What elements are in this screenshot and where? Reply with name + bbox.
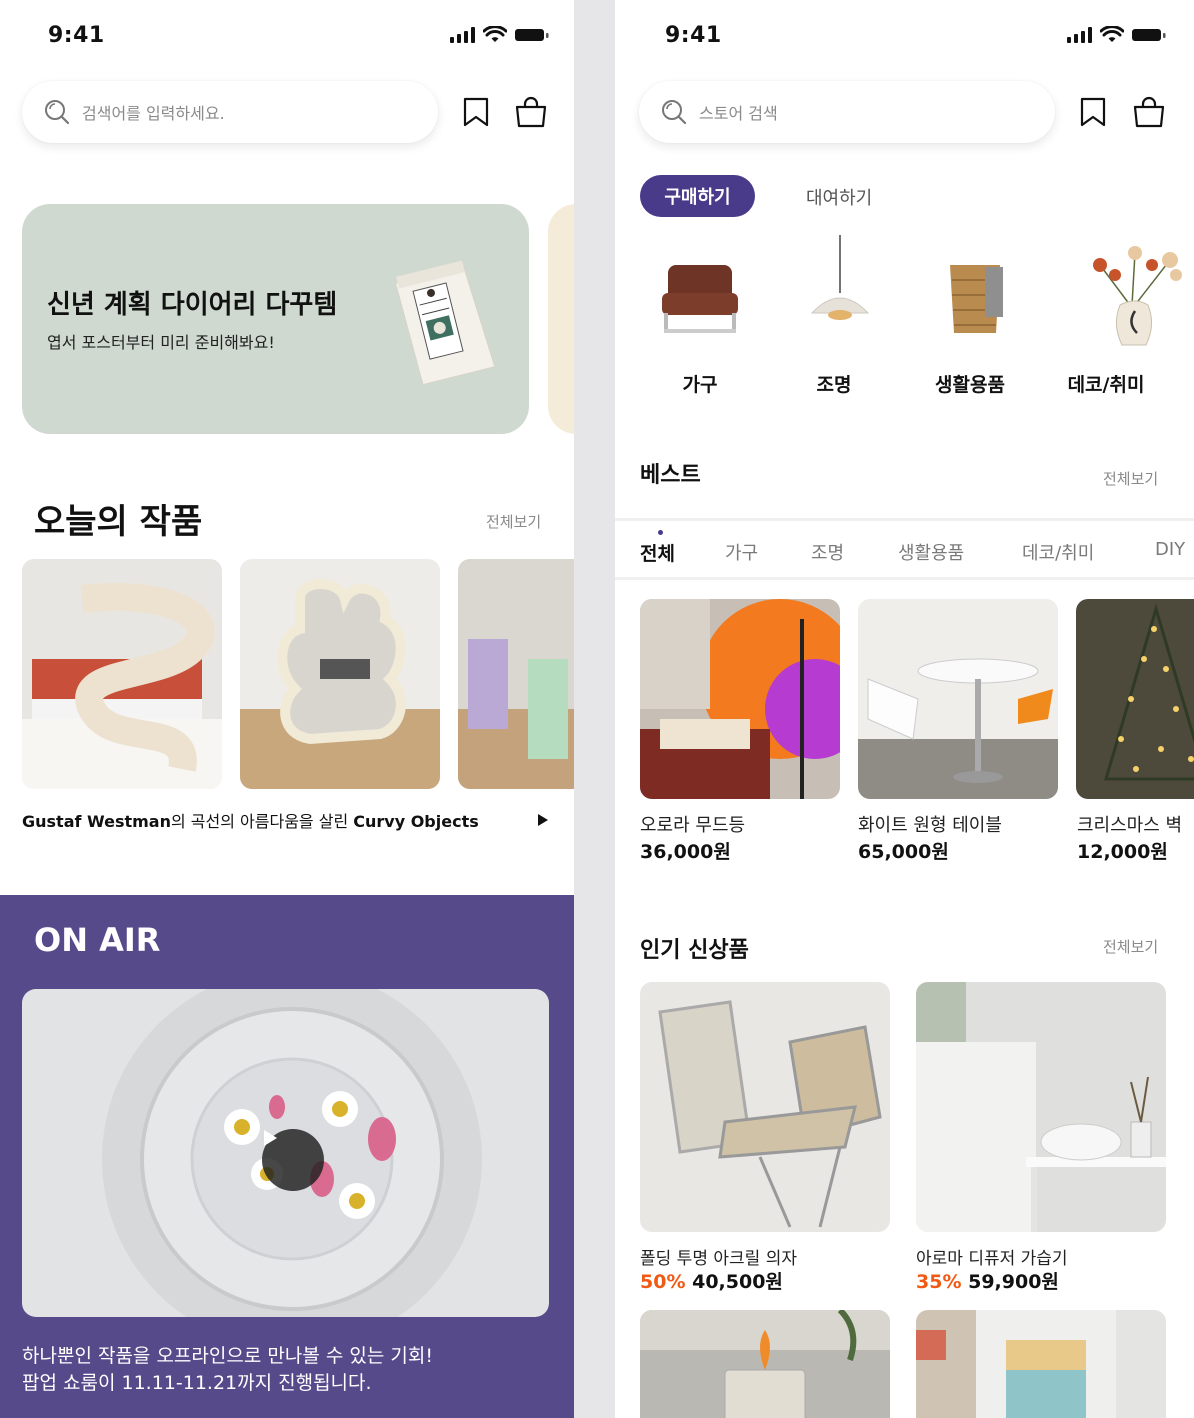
product-name[interactable]: 폴딩 투명 아크릴 의자 xyxy=(640,1244,797,1269)
candle-product-image[interactable] xyxy=(640,1310,890,1418)
search-icon xyxy=(45,100,70,125)
caption-text: 의 곡선의 아름다움을 살린 xyxy=(170,812,354,831)
product-price-row: 50% 40,500원 xyxy=(640,1267,783,1294)
store-screen: 9:41 스토어 검색 구매하기 대여하기 가구 조명 생활용품 데코/취미 베… xyxy=(615,0,1194,1418)
product-name[interactable]: 크리스마스 벽 xyxy=(1077,811,1182,837)
search-bar[interactable]: 검색어를 입력하세요. xyxy=(22,81,438,143)
wifi-icon xyxy=(1100,26,1124,42)
christmas-wall-image[interactable] xyxy=(1076,599,1194,799)
battery-icon xyxy=(515,28,549,41)
filter-all[interactable]: 전체 xyxy=(640,539,675,566)
section-title-todays-works: 오늘의 작품 xyxy=(34,502,203,542)
banner-subtitle: 엽서 포스터부터 미리 준비해봐요! xyxy=(47,333,275,352)
promo-banner[interactable]: 신년 계획 다이어리 다꾸템 엽서 포스터부터 미리 준비해봐요! xyxy=(22,204,529,434)
banner-title: 신년 계획 다이어리 다꾸템 xyxy=(47,290,338,320)
divider xyxy=(615,577,1194,580)
section-title-best: 베스트 xyxy=(640,463,701,488)
active-filter-dot xyxy=(658,530,663,535)
search-placeholder: 스토어 검색 xyxy=(699,104,778,123)
product-price: 36,000원 xyxy=(640,841,731,863)
filter-living[interactable]: 생활용품 xyxy=(898,539,964,565)
home-screen: 9:41 검색어를 입력하세요. 신년 계획 다이어리 다꾸템 엽서 포스터부터… xyxy=(0,0,574,1418)
on-air-desc-line2: 팝업 쇼룸이 11.11-11.21까지 진행됩니다. xyxy=(22,1372,372,1394)
armchair-image[interactable] xyxy=(660,255,740,340)
wavy-stool-image[interactable] xyxy=(458,559,574,789)
discount-rate: 50% xyxy=(640,1271,686,1293)
product-name[interactable]: 오로라 무드등 xyxy=(640,811,745,837)
todays-works-caption[interactable]: Gustaf Westman의 곡선의 아름다움을 살린 Curvy Objec… xyxy=(22,808,479,832)
caption-brand: Gustaf Westman xyxy=(22,812,171,831)
search-placeholder: 검색어를 입력하세요. xyxy=(82,104,225,123)
new-arrivals-see-all-link[interactable]: 전체보기 xyxy=(1103,936,1158,957)
store-search-bar[interactable]: 스토어 검색 xyxy=(639,81,1055,143)
product-name[interactable]: 화이트 원형 테이블 xyxy=(858,811,1002,837)
next-banner-peek[interactable] xyxy=(548,204,574,434)
discount-rate: 35% xyxy=(916,1271,962,1293)
todays-works-see-all-link[interactable]: 전체보기 xyxy=(486,511,541,532)
status-icons xyxy=(450,26,550,43)
signal-icon xyxy=(450,26,475,43)
product-price-row: 35% 59,900원 xyxy=(916,1267,1059,1294)
play-arrow-icon[interactable] xyxy=(537,813,549,827)
on-air-desc-line1: 하나뿐인 작품을 오프라인으로 만나볼 수 있는 기회! xyxy=(22,1345,433,1367)
flower-vase-image[interactable] xyxy=(1080,245,1190,350)
product-price: 40,500원 xyxy=(692,1271,783,1293)
video-play-button[interactable] xyxy=(262,1129,324,1191)
product-price: 65,000원 xyxy=(858,841,949,863)
category-label-lighting[interactable]: 조명 xyxy=(774,370,894,397)
search-icon xyxy=(662,100,687,125)
pendant-lamp-image[interactable] xyxy=(800,235,880,330)
product-name[interactable]: 아로마 디퓨저 가습기 xyxy=(916,1244,1068,1269)
product-price: 12,000원 xyxy=(1077,841,1168,863)
category-label-deco[interactable]: 데코/취미 xyxy=(1046,370,1166,397)
divider xyxy=(615,518,1194,521)
on-air-title: ON AIR xyxy=(34,921,161,959)
status-time: 9:41 xyxy=(48,23,105,48)
best-see-all-link[interactable]: 전체보기 xyxy=(1103,468,1158,489)
bookmark-icon[interactable] xyxy=(1079,96,1107,128)
shopping-bag-icon[interactable] xyxy=(1132,96,1166,128)
category-label-living[interactable]: 생활용품 xyxy=(910,370,1030,397)
category-label-furniture[interactable]: 가구 xyxy=(640,370,760,397)
bookmark-icon[interactable] xyxy=(462,96,490,128)
basket-image[interactable] xyxy=(940,255,1020,340)
category-row: 가구 조명 생활용품 데코/취미 xyxy=(640,235,1194,405)
product-price: 59,900원 xyxy=(968,1271,1059,1293)
aurora-lamp-image[interactable] xyxy=(640,599,840,799)
play-icon xyxy=(264,1130,277,1146)
filter-lighting[interactable]: 조명 xyxy=(811,539,844,565)
section-title-new-arrivals: 인기 신상품 xyxy=(640,938,749,963)
on-air-section: ON AIR 하나뿐인 작품을 오프라인으로 만나볼 수 있는 기회! 팝업 쇼… xyxy=(0,895,574,1418)
battery-icon xyxy=(1132,28,1166,41)
filter-furniture[interactable]: 가구 xyxy=(725,539,758,565)
tab-rent[interactable]: 대여하기 xyxy=(806,184,872,210)
white-round-table-image[interactable] xyxy=(858,599,1058,799)
cloud-mirror-image[interactable] xyxy=(240,559,440,789)
wifi-icon xyxy=(483,26,507,42)
on-air-video[interactable] xyxy=(22,989,549,1317)
filter-deco[interactable]: 데코/취미 xyxy=(1022,539,1094,565)
tab-buy[interactable]: 구매하기 xyxy=(640,175,755,217)
caption-product: Curvy Objects xyxy=(353,812,479,831)
on-air-description: 하나뿐인 작품을 오프라인으로 만나볼 수 있는 기회! 팝업 쇼룸이 11.1… xyxy=(22,1343,433,1397)
shopping-bag-icon[interactable] xyxy=(514,96,548,128)
signal-icon xyxy=(1067,26,1092,43)
acrylic-chair-image[interactable] xyxy=(640,982,890,1232)
status-time: 9:41 xyxy=(665,23,722,48)
status-icons xyxy=(1067,26,1167,43)
curvy-shelf-image[interactable] xyxy=(22,559,222,789)
diary-package-image xyxy=(394,260,496,386)
filter-diy[interactable]: DIY xyxy=(1155,539,1185,560)
poster-product-image[interactable] xyxy=(916,1310,1166,1418)
aroma-diffuser-image[interactable] xyxy=(916,982,1166,1232)
